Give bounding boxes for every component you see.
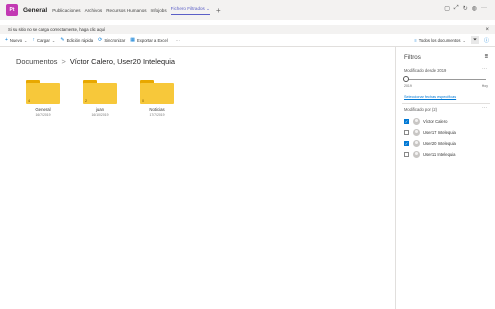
header-actions: ▢ ⤢ ↻ ◍ ··· [444, 5, 487, 12]
quick-edit-label: Edición rápida [66, 37, 94, 43]
tab-fichero-filtrados-label: Fichero Filtrados [170, 5, 205, 11]
command-bar: + Nuevo ⌄ ↑ Cargar ⌄ ✎ Edición rápida ⟳ … [0, 34, 495, 47]
avatar [413, 140, 420, 147]
view-icon: ≡ [414, 37, 417, 43]
filter-icon[interactable]: ⩩ [485, 54, 488, 61]
view-selector[interactable]: ≡ Todos los documentos ⌄ [414, 38, 466, 43]
folder-name[interactable]: juan [80, 107, 120, 112]
folder-date: 16/10/2019 [91, 113, 109, 117]
checkbox[interactable]: ✓ [404, 141, 409, 146]
folder-item-count: 2 [85, 99, 88, 103]
team-avatar[interactable]: Pt [6, 4, 18, 16]
person-filter-item[interactable]: ✓ User20 Intelequia [404, 140, 456, 147]
folder-item-count: 0 [142, 99, 145, 103]
plus-icon: + [5, 37, 8, 43]
modified-by-label: Modificado por (2) [404, 107, 437, 112]
person-filter-item[interactable]: User17 Intelequia [404, 129, 456, 136]
folder-icon: 0 [140, 80, 174, 104]
quick-edit-button[interactable]: ✎ Edición rápida [60, 37, 93, 43]
chevron-down-icon: ⌄ [51, 37, 56, 43]
folder-icon: 2 [83, 80, 117, 104]
tab-fichero-filtrados[interactable]: Fichero Filtrados ⌄ [170, 5, 210, 15]
more-icon[interactable]: ··· [482, 66, 487, 72]
chat-icon[interactable]: ▢ [444, 5, 450, 12]
chevron-down-icon: ⌄ [462, 37, 466, 43]
export-excel-button[interactable]: ▦ Exportar a Excel [130, 37, 167, 43]
tab-recursos-humanos[interactable]: Recursos Humanos [106, 8, 146, 13]
pencil-icon: ✎ [60, 37, 65, 43]
person-name: Víctor Calero [423, 119, 448, 124]
upload-icon: ↑ [32, 37, 36, 43]
checkbox[interactable]: ✓ [404, 119, 409, 124]
breadcrumb-current: Víctor Calero, User20 Intelequia [69, 57, 175, 66]
excel-icon: ▦ [130, 37, 136, 43]
globe-icon[interactable]: ◍ [472, 5, 477, 12]
breadcrumb-separator: > [61, 57, 66, 66]
divider [402, 103, 490, 104]
info-icon[interactable]: ⓘ [484, 37, 489, 44]
notice-bar: Si su sitio no se carga correctamente, h… [0, 25, 495, 34]
person-name: User20 Intelequia [423, 141, 456, 146]
upload-label: Cargar [37, 37, 50, 43]
tab-archivos[interactable]: Archivos [85, 8, 103, 13]
sync-label: Sincronizar [104, 37, 126, 43]
checkbox[interactable] [404, 130, 409, 135]
avatar [413, 129, 420, 136]
checkbox[interactable] [404, 152, 409, 157]
filters-panel: Filtros ⩩ Modificado desde 2019 ··· 2019… [395, 47, 495, 309]
teams-header: Pt General Publicaciones Archivos Recurs… [0, 0, 495, 20]
person-filter-item[interactable]: User11 Intelequia [404, 151, 456, 158]
more-icon[interactable]: ··· [482, 105, 487, 111]
date-slider-track[interactable] [406, 79, 486, 80]
refresh-icon[interactable]: ↻ [463, 5, 468, 12]
chevron-down-icon: ⌄ [24, 37, 28, 43]
select-dates-link[interactable]: Seleccionar fechas específicas [404, 95, 456, 99]
breadcrumb: Documentos > Víctor Calero, User20 Inteleq… [16, 57, 175, 66]
tab-publicaciones[interactable]: Publicaciones [52, 8, 80, 13]
folder-name[interactable]: General [23, 107, 63, 112]
folder-date: 16/7/2019 [35, 113, 51, 117]
person-name: User17 Intelequia [423, 130, 456, 135]
folder-tile[interactable]: 4 General 16/7/2019 [23, 80, 63, 117]
folder-name[interactable]: Noticias [137, 107, 177, 112]
channel-name: General [23, 6, 48, 14]
filter-pane-button[interactable]: ⏷ [470, 36, 479, 44]
upload-button[interactable]: ↑ Cargar ⌄ [33, 37, 56, 43]
modified-since-label: Modificado desde 2019 [404, 68, 447, 73]
more-label: ··· [175, 37, 180, 43]
folder-tile[interactable]: 2 juan 16/10/2019 [80, 80, 120, 117]
tab-infojobs[interactable]: Infojobs [151, 8, 167, 13]
view-label: Todos los documentos [418, 37, 461, 43]
more-commands-button[interactable]: ··· [176, 38, 180, 43]
date-slider-thumb[interactable] [403, 76, 409, 82]
chevron-down-icon: ⌄ [206, 5, 210, 11]
avatar [413, 118, 420, 125]
folder-item-count: 4 [28, 99, 31, 103]
new-label: Nuevo [9, 37, 23, 43]
folder-tile[interactable]: 0 Noticias 17/7/2019 [137, 80, 177, 117]
folder-icon: 4 [26, 80, 60, 104]
close-icon[interactable]: × [485, 27, 489, 33]
more-icon[interactable]: ··· [481, 5, 487, 12]
document-library: Documentos > Víctor Calero, User20 Inteleq… [6, 47, 393, 309]
filters-title: Filtros [404, 54, 421, 61]
slider-min-label: 2019 [404, 84, 412, 88]
person-name: User11 Intelequia [423, 152, 456, 157]
export-label: Exportar a Excel [137, 37, 168, 43]
notice-message[interactable]: Si su sitio no se carga correctamente, h… [8, 27, 105, 32]
slider-max-label: Hoy [481, 84, 488, 88]
command-bar-right: ≡ Todos los documentos ⌄ ⏷ ⓘ [414, 34, 489, 46]
folder-date: 17/7/2019 [149, 113, 165, 117]
add-tab-button[interactable]: + [216, 6, 221, 15]
new-button[interactable]: + Nuevo ⌄ [5, 37, 28, 43]
sync-button[interactable]: ⟳ Sincronizar [98, 37, 125, 43]
sync-icon: ⟳ [98, 37, 103, 43]
expand-icon[interactable]: ⤢ [454, 5, 459, 12]
person-filter-item[interactable]: ✓ Víctor Calero [404, 118, 447, 125]
avatar [413, 151, 420, 158]
breadcrumb-root[interactable]: Documentos [16, 57, 58, 66]
